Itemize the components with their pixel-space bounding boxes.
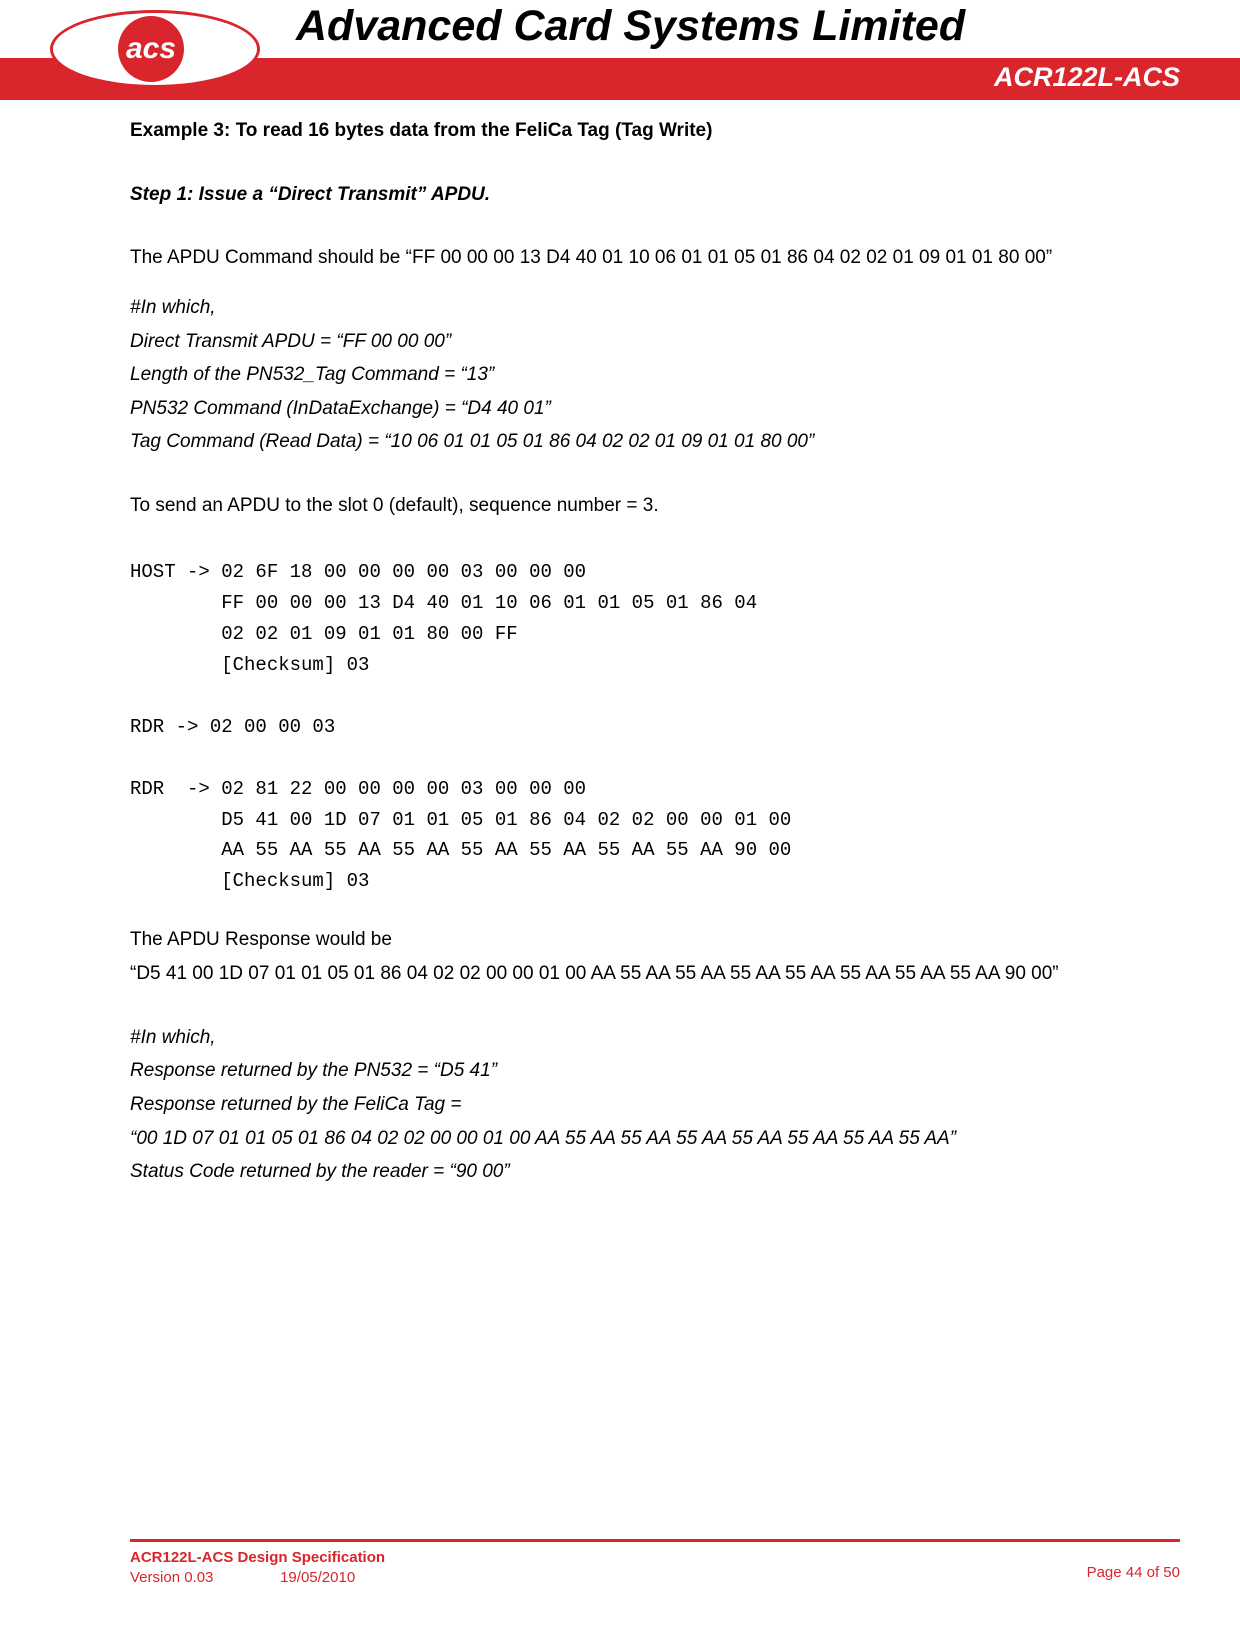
status-code: Status Code returned by the reader = “90… [130,1159,1110,1185]
pn532-command: PN532 Command (InDataExchange) = “D4 40 … [130,396,1110,422]
logo: acs [50,6,270,94]
product-name: ACR122L-ACS [994,62,1180,93]
content: Example 3: To read 16 bytes data from th… [0,100,1240,1185]
footer: ACR122L-ACS Design Specification Version… [0,1539,1240,1589]
footer-divider [130,1539,1180,1542]
tag-command: Tag Command (Read Data) = “10 06 01 01 0… [130,429,1110,455]
footer-date: 19/05/2010 [280,1569,355,1586]
length-pn532: Length of the PN532_Tag Command = “13” [130,362,1110,388]
send-note: To send an APDU to the slot 0 (default),… [130,493,1110,519]
direct-transmit-apdu: Direct Transmit APDU = “FF 00 00 00” [130,329,1110,355]
response-value: “D5 41 00 1D 07 01 01 05 01 86 04 02 02 … [130,961,1110,987]
footer-left: ACR122L-ACS Design Specification Version… [130,1548,385,1589]
response-intro: The APDU Response would be [130,927,1110,953]
apdu-command-intro: The APDU Command should be “FF 00 00 00 … [130,245,1110,271]
company-title: Advanced Card Systems Limited [296,2,965,51]
resp-pn532: Response returned by the PN532 = “D5 41” [130,1058,1110,1084]
header: acs Advanced Card Systems Limited ACR122… [0,0,1240,100]
step-1: Step 1: Issue a “Direct Transmit” APDU. [130,182,1110,208]
mono-block: HOST -> 02 6F 18 00 00 00 00 03 00 00 00… [130,557,1110,898]
footer-page: Page 44 of 50 [1087,1548,1180,1581]
example-title: Example 3: To read 16 bytes data from th… [130,118,1110,144]
in-which-2: #In which, [130,1025,1110,1051]
footer-spec: ACR122L-ACS Design Specification [130,1548,385,1568]
resp-felica-label: Response returned by the FeliCa Tag = [130,1092,1110,1118]
resp-felica-val: “00 1D 07 01 01 05 01 86 04 02 02 00 00 … [130,1126,1110,1152]
footer-version: Version 0.03 [130,1569,213,1586]
logo-text: acs [126,32,176,66]
page: acs Advanced Card Systems Limited ACR122… [0,0,1240,1628]
in-which-1: #In which, [130,295,1110,321]
logo-circle: acs [118,16,184,82]
